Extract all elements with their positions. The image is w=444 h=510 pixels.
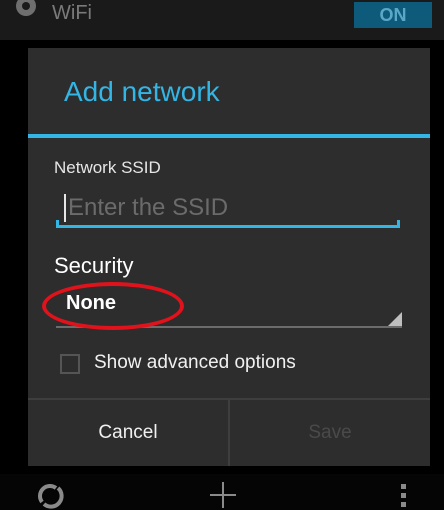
wifi-toggle[interactable]: ON [354,2,432,28]
cancel-button[interactable]: Cancel [28,400,228,466]
advanced-options-checkbox[interactable] [60,354,80,374]
title-divider [28,134,430,138]
advanced-options-label: Show advanced options [94,352,296,373]
add-network-dialog: Add network Network SSID Enter the SSID … [28,48,430,466]
dropdown-arrow-icon [388,312,402,326]
text-caret [64,194,66,222]
highlight-annotation [42,282,184,330]
security-label: Security [54,253,134,278]
overflow-menu-icon[interactable] [398,480,410,510]
input-underline-right [397,220,400,228]
refresh-icon[interactable] [30,480,70,510]
action-bar [0,474,444,510]
ssid-input[interactable]: Enter the SSID [56,188,400,228]
dialog-title: Add network [64,76,220,107]
ssid-placeholder: Enter the SSID [68,194,229,221]
input-underline [56,225,400,228]
add-network-icon[interactable] [208,480,238,510]
settings-header: WiFi ON [0,0,444,40]
wifi-title: WiFi [52,2,92,24]
ssid-label: Network SSID [54,158,161,177]
wifi-settings-icon [16,0,36,16]
save-button[interactable]: Save [230,400,430,466]
